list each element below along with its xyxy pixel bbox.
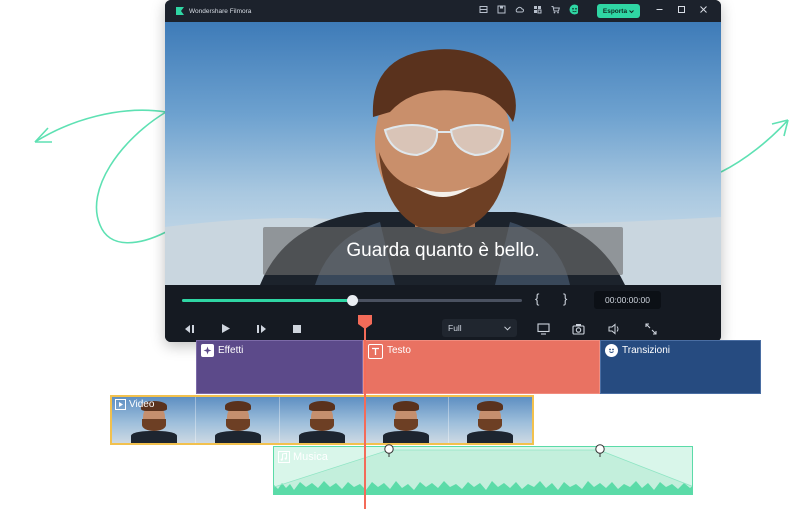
video-thumbnail xyxy=(448,397,532,443)
audio-waveform xyxy=(274,449,692,494)
video-thumbnail xyxy=(280,397,365,443)
playhead-handle[interactable] xyxy=(357,314,373,330)
cart-icon[interactable] xyxy=(551,5,560,14)
music-note-icon xyxy=(278,451,290,463)
minimize-icon[interactable] xyxy=(655,5,664,14)
transitions-track[interactable]: Transizioni xyxy=(600,340,761,394)
export-button-label: Esporta xyxy=(602,7,628,15)
text-track[interactable]: Testo xyxy=(363,340,600,394)
timecode-display: 00:00:00:00 xyxy=(594,291,661,309)
mark-out-button[interactable]: } xyxy=(563,291,567,306)
quality-select-value: Full xyxy=(448,323,462,333)
video-track[interactable]: Video xyxy=(110,395,534,445)
stop-icon[interactable] xyxy=(290,322,303,335)
progress-handle[interactable] xyxy=(347,295,358,306)
camera-icon[interactable] xyxy=(572,322,585,335)
progress-bar[interactable] xyxy=(182,295,522,306)
playhead-line[interactable] xyxy=(364,325,366,509)
music-track-label: Musica xyxy=(293,451,328,463)
video-thumbnail xyxy=(196,397,281,443)
chevron-down-icon xyxy=(629,9,634,13)
layout-icon[interactable] xyxy=(479,5,488,14)
subtitle-text: Guarda quanto è bello. xyxy=(346,240,540,261)
quality-select[interactable]: Full xyxy=(442,319,517,337)
avatar-icon[interactable] xyxy=(569,4,578,15)
previous-frame-icon[interactable] xyxy=(183,322,196,335)
app-window: Wondershare Filmora Esporta Guarda quant… xyxy=(165,0,721,342)
effects-track-label: Effetti xyxy=(218,345,244,356)
video-preview[interactable]: Guarda quanto è bello. xyxy=(165,22,721,285)
titlebar-toolbar xyxy=(479,4,578,15)
save-icon[interactable] xyxy=(497,5,506,14)
play-icon xyxy=(115,399,126,410)
subtitle-box[interactable]: Guarda quanto è bello. xyxy=(263,227,623,275)
maximize-icon[interactable] xyxy=(677,5,686,14)
keyframe-handle[interactable] xyxy=(594,443,606,457)
window-controls xyxy=(655,5,708,14)
app-title: Wondershare Filmora xyxy=(189,7,252,15)
title-bar: Wondershare Filmora Esporta xyxy=(165,0,721,22)
fullscreen-icon[interactable] xyxy=(644,322,657,335)
monitor-icon[interactable] xyxy=(537,322,550,335)
music-track[interactable]: Musica xyxy=(273,446,693,495)
transitions-track-label: Transizioni xyxy=(622,345,670,356)
next-frame-icon[interactable] xyxy=(254,322,267,335)
close-icon[interactable] xyxy=(699,5,708,14)
video-track-label: Video xyxy=(129,399,155,410)
effects-track[interactable]: Effetti xyxy=(196,340,363,394)
transition-icon xyxy=(605,344,618,357)
playback-controls: { } 00:00:00:00 Full xyxy=(165,285,721,342)
cloud-icon[interactable] xyxy=(515,5,524,14)
music-track-header: Musica xyxy=(278,451,328,463)
text-track-label: Testo xyxy=(387,345,411,356)
chevron-down-icon xyxy=(504,325,511,331)
play-icon[interactable] xyxy=(219,322,232,335)
grid-icon[interactable] xyxy=(533,5,542,14)
volume-icon[interactable] xyxy=(608,322,621,335)
keyframe-handle[interactable] xyxy=(383,443,395,457)
filmora-logo-icon xyxy=(175,6,185,16)
sparkle-icon xyxy=(201,344,214,357)
progress-fill xyxy=(182,299,352,302)
text-icon xyxy=(368,344,383,359)
mark-in-button[interactable]: { xyxy=(535,291,539,306)
video-thumbnail xyxy=(364,397,449,443)
export-button[interactable]: Esporta xyxy=(597,4,640,18)
video-track-header: Video xyxy=(115,399,154,410)
